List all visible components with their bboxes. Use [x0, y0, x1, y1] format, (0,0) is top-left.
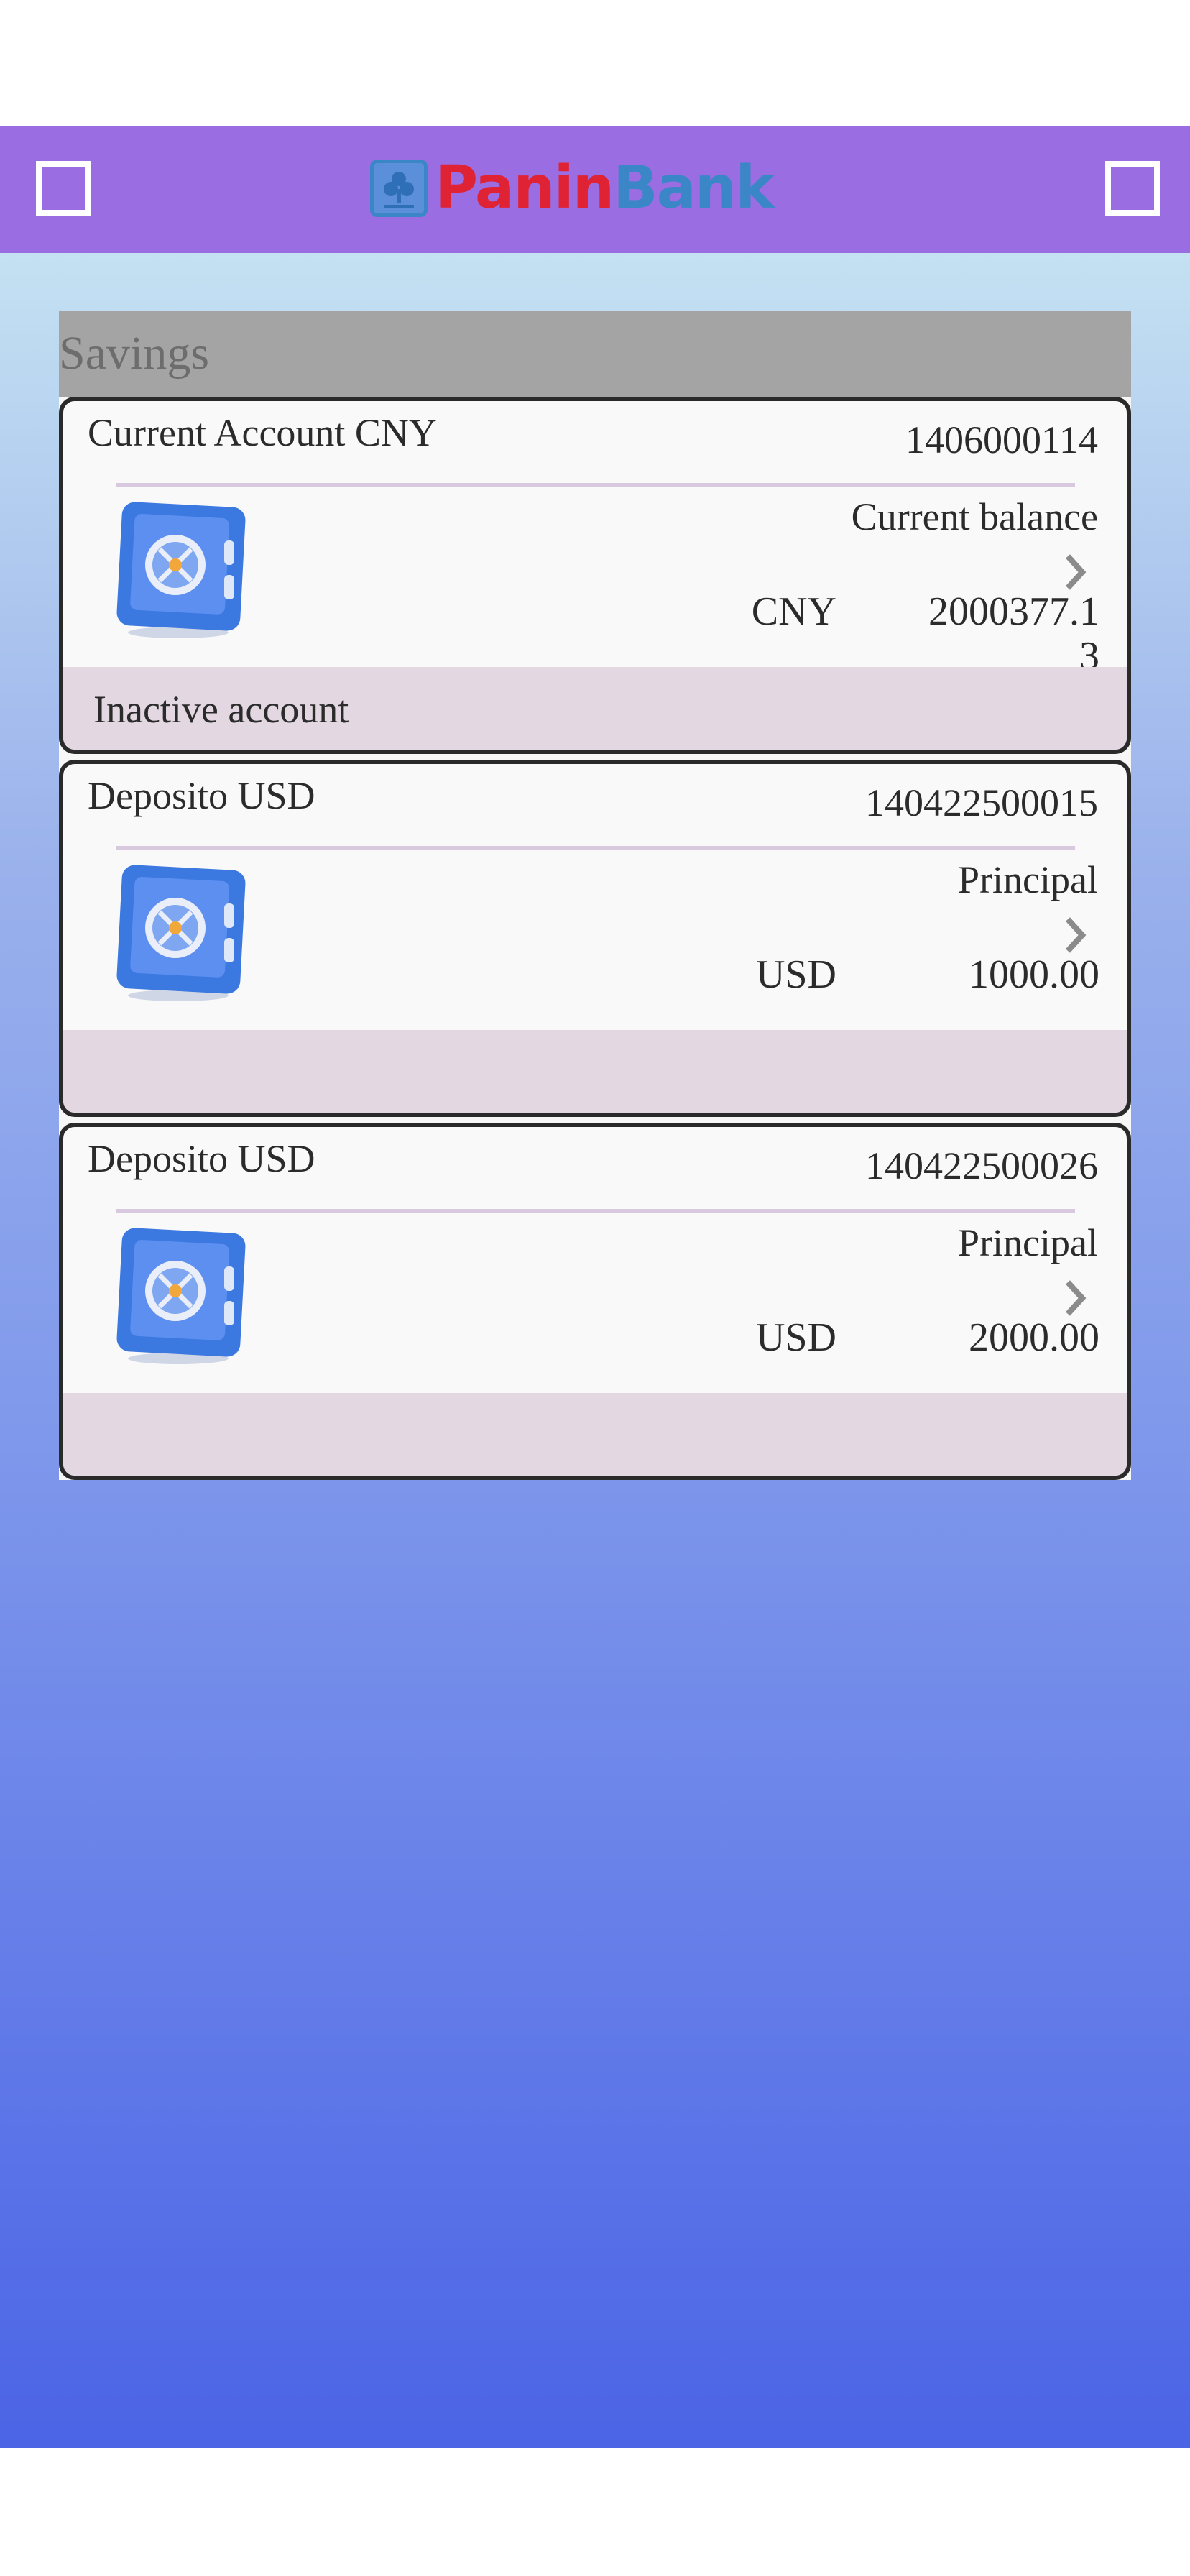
account-number: 140422500026	[865, 1144, 1098, 1187]
divider	[116, 483, 1075, 487]
balance-amount: 1000.00	[969, 952, 1099, 997]
brand-bank-text: Bank	[613, 154, 775, 222]
chevron-right-icon[interactable]	[1062, 915, 1088, 955]
balance-label: Principal	[958, 1221, 1098, 1264]
account-name: Deposito USD	[88, 1137, 315, 1180]
balance-amount: 2000.00	[969, 1315, 1099, 1360]
bottom-bar	[0, 2448, 1190, 2576]
panin-logo-icon	[370, 160, 428, 217]
currency-code: USD	[755, 1315, 836, 1360]
account-card[interactable]: Deposito USD 140422500026 Principal USD …	[59, 1123, 1131, 1480]
divider	[116, 1209, 1075, 1213]
menu-button[interactable]	[36, 161, 91, 216]
account-card[interactable]: Deposito USD 140422500015 Principal USD …	[59, 760, 1131, 1117]
panin-bank-logo: PaninBank	[370, 158, 775, 218]
status-bar: Inactive account	[63, 667, 1127, 750]
account-name: Current Account CNY	[88, 411, 437, 454]
safe-icon	[116, 865, 246, 1001]
account-card[interactable]: Current Account CNY 1406000114 Current b…	[59, 397, 1131, 754]
divider	[116, 846, 1075, 850]
status-bar	[63, 1030, 1127, 1113]
chevron-right-icon[interactable]	[1062, 1278, 1088, 1318]
currency-code: CNY	[751, 589, 836, 634]
account-name: Deposito USD	[88, 774, 315, 817]
balance-amount: 2000377.13	[928, 589, 1099, 678]
balance-label: Current balance	[851, 495, 1098, 538]
account-number: 1406000114	[905, 418, 1098, 461]
safe-icon	[116, 502, 246, 638]
main-content: Savings Current Account CNY 1406000114 C…	[0, 253, 1190, 2448]
brand-panin-text: Panin	[435, 154, 614, 222]
balance-label: Principal	[958, 858, 1098, 901]
section-title: Savings	[59, 310, 1131, 397]
safe-icon	[116, 1228, 246, 1364]
action-button[interactable]	[1105, 161, 1160, 216]
account-list: Current Account CNY 1406000114 Current b…	[59, 397, 1131, 1480]
app-header: PaninBank	[0, 126, 1190, 253]
account-status: Inactive account	[93, 688, 349, 731]
currency-code: USD	[755, 952, 836, 997]
savings-section: Savings Current Account CNY 1406000114 C…	[59, 310, 1131, 1480]
account-number: 140422500015	[865, 781, 1098, 824]
chevron-right-icon[interactable]	[1062, 552, 1088, 592]
status-bar	[63, 1393, 1127, 1476]
